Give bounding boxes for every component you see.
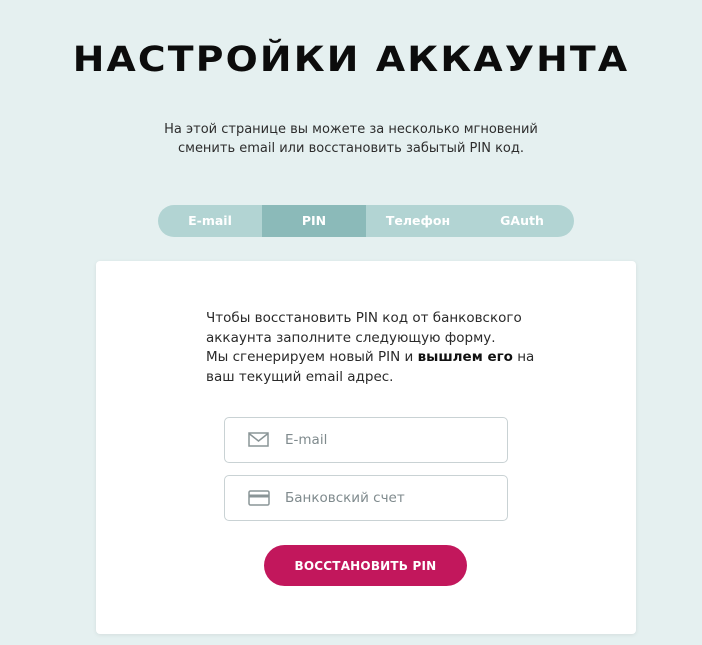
tab-email[interactable]: E-mail — [158, 205, 262, 237]
bank-account-input[interactable] — [285, 476, 495, 520]
envelope-icon — [248, 431, 270, 449]
description-pre: Мы сгенерируем новый PIN и — [206, 349, 418, 365]
restore-pin-button[interactable]: ВОССТАНОВИТЬ PIN — [264, 545, 467, 586]
description-line1: Чтобы восстановить PIN код от банковског… — [206, 310, 522, 346]
tab-phone[interactable]: Телефон — [366, 205, 470, 237]
form-description: Чтобы восстановить PIN код от банковског… — [206, 309, 536, 387]
page-title: НАСТРОЙКИ АККАУНТА — [72, 40, 630, 80]
account-field-wrapper — [224, 475, 508, 521]
card-icon — [248, 489, 270, 507]
settings-tabs: E-mail PIN Телефон GAuth — [158, 205, 574, 237]
description-bold: вышлем его — [417, 349, 513, 365]
page-subtitle: На этой странице вы можете за несколько … — [164, 122, 538, 156]
email-field-wrapper — [224, 417, 508, 463]
pin-recovery-card: Чтобы восстановить PIN код от банковског… — [96, 261, 636, 634]
email-input[interactable] — [285, 418, 495, 462]
tab-pin[interactable]: PIN — [262, 205, 366, 237]
tab-gauth[interactable]: GAuth — [470, 205, 574, 237]
